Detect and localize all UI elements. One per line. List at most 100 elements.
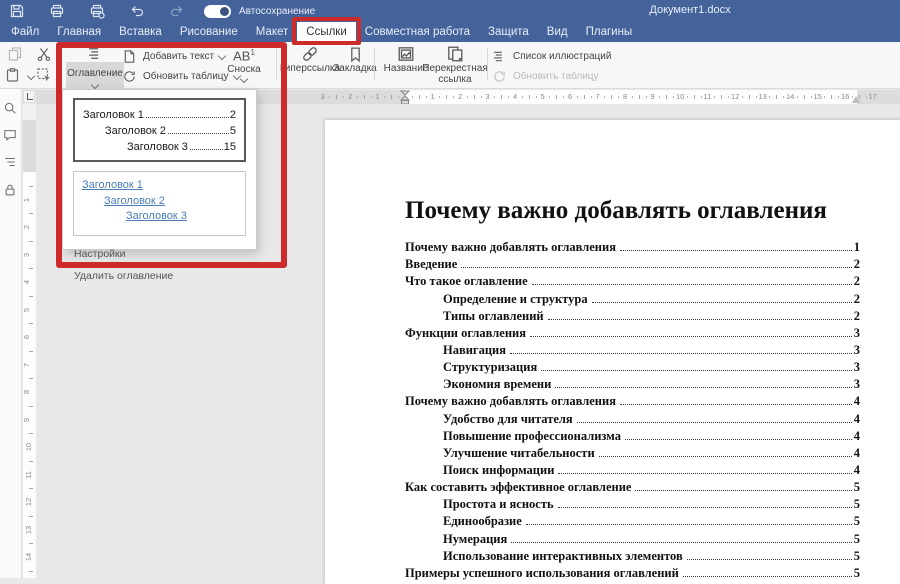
ruler-number: 2 [458, 93, 462, 101]
ruler-number: 9 [651, 93, 655, 101]
search-icon[interactable] [3, 101, 17, 115]
quick-print-icon[interactable] [88, 2, 106, 20]
tab-Совместная работа[interactable]: Совместная работа [356, 22, 479, 42]
ruler-number: 13 [759, 93, 767, 101]
save-icon[interactable] [8, 2, 26, 20]
tab-Ссылки[interactable]: Ссылки [297, 22, 356, 42]
tab-Защита[interactable]: Защита [479, 22, 538, 42]
toc-entry[interactable]: Структуризация3 [405, 357, 860, 374]
footnote-ab1-icon: АВ1 [233, 44, 255, 64]
lock-icon[interactable] [3, 183, 17, 197]
cross-reference-button[interactable]: Перекрестнаяссылка [424, 45, 486, 85]
copy-icon[interactable] [7, 46, 23, 62]
toc-entry[interactable]: Почему важно добавлять оглавления4 [405, 391, 860, 408]
navigation-icon[interactable] [3, 155, 17, 169]
ruler-number: 2 [23, 225, 31, 229]
toc-entry[interactable]: Удобство для читателя4 [405, 408, 860, 425]
ruler-number: 13 [25, 525, 33, 533]
footnote-button[interactable]: АВ1 Сноска [222, 44, 266, 82]
chevron-down-icon [91, 81, 99, 89]
heading-link[interactable]: Заголовок 3 [126, 210, 187, 222]
cut-icon[interactable] [36, 46, 52, 62]
tab-Главная[interactable]: Главная [48, 22, 110, 42]
toc-entry[interactable]: Поиск информации4 [405, 460, 860, 477]
toc-entry[interactable]: Простота и ясность5 [405, 494, 860, 511]
redo-icon[interactable] [168, 2, 186, 20]
toc-entry[interactable]: Единообразие5 [405, 511, 860, 528]
document-filename: Документ1.docx [649, 4, 730, 16]
table-of-contents-button[interactable]: Оглавление [66, 44, 124, 88]
pages-icon [446, 45, 464, 63]
toc-preview-row: Заголовок 12 [83, 105, 236, 121]
ruler-number: 4 [23, 280, 31, 284]
ruler-number: 10 [25, 443, 33, 451]
ruler-number: 16 [841, 93, 849, 101]
update-figure-table-label: Обновить таблицу [513, 71, 599, 82]
toc-settings-item[interactable]: Настройки [74, 248, 256, 260]
ruler-number: 5 [541, 93, 545, 101]
ruler-number: 3 [321, 93, 325, 101]
toc-remove-item[interactable]: Удалить оглавление [74, 270, 256, 282]
tab-Файл[interactable]: Файл [2, 22, 48, 42]
paste-icon[interactable] [5, 67, 21, 83]
toc-preview-row: Заголовок 25 [83, 121, 236, 137]
ruler-number: 7 [596, 93, 600, 101]
toc-entry[interactable]: Введение2 [405, 254, 860, 271]
select-icon[interactable] [36, 67, 52, 83]
toc-entry[interactable]: Типы оглавлений2 [405, 306, 860, 323]
toc-preview-link-row: Заголовок 2 [82, 195, 237, 211]
toc-icon [87, 44, 104, 62]
footnote-label: Сноска [227, 64, 260, 75]
ruler-number: 5 [23, 307, 31, 311]
indent-marker-icon[interactable] [400, 90, 410, 104]
toc-entry[interactable]: Использование интерактивных элементов5 [405, 546, 860, 563]
toc-entry[interactable]: Экономия времени3 [405, 374, 860, 391]
ruler-number: 14 [25, 553, 33, 561]
toolbar-separator [487, 48, 488, 81]
toc-entry[interactable]: Функции оглавления3 [405, 323, 860, 340]
chevron-down-icon [240, 75, 248, 83]
hyperlink-button[interactable]: Гиперссылка [282, 45, 338, 74]
toc-entry[interactable]: Улучшение читабельности4 [405, 443, 860, 460]
toc-style-links-option[interactable]: Заголовок 1 Заголовок 2 Заголовок 3 [73, 171, 246, 236]
ruler-top-margin [23, 120, 36, 172]
toc-entry[interactable]: Повышение профессионализма4 [405, 426, 860, 443]
toc-entry[interactable]: Нумерация5 [405, 528, 860, 545]
toc-entry[interactable]: Определение и структура2 [405, 288, 860, 305]
tab-stop-selector[interactable] [23, 90, 35, 103]
autosave-toggle[interactable] [204, 5, 231, 18]
tab-bar: ФайлГлавнаяВставкаРисованиеМакетСсылкиСо… [0, 22, 900, 42]
tab-Макет[interactable]: Макет [247, 22, 298, 42]
toc-entry[interactable]: Как составить эффективное оглавление5 [405, 477, 860, 494]
vertical-ruler[interactable]: 1234567891011121314 [23, 104, 36, 578]
tab-Рисование[interactable]: Рисование [171, 22, 247, 42]
tab-Вид[interactable]: Вид [538, 22, 577, 42]
bookmark-icon [347, 45, 364, 63]
ruler-number: 15 [814, 93, 822, 101]
heading-link[interactable]: Заголовок 1 [82, 179, 143, 191]
document-page[interactable]: Почему важно добавлять оглавления Почему… [325, 120, 900, 584]
tab-Плагины[interactable]: Плагины [577, 22, 642, 42]
toggle-knob [220, 7, 229, 16]
toc-entry[interactable]: Примеры успешного использования оглавлен… [405, 563, 860, 580]
figure-list-button[interactable]: Список иллюстраций [492, 48, 611, 64]
toc-style-numbered-option[interactable]: Заголовок 12Заголовок 25Заголовок 315 [73, 98, 246, 162]
heading-link[interactable]: Заголовок 2 [104, 195, 165, 207]
ruler-right-margin [857, 90, 900, 104]
update-figure-table-button: Обновить таблицу [492, 68, 611, 84]
ruler-number: 3 [23, 252, 31, 256]
undo-icon[interactable] [128, 2, 146, 20]
ruler-number: 17 [869, 93, 877, 101]
comments-icon[interactable] [3, 128, 17, 142]
ruler-number: 1 [376, 93, 380, 101]
ruler-number: 12 [731, 93, 739, 101]
tab-Вставка[interactable]: Вставка [110, 22, 171, 42]
toc-entry[interactable]: Навигация3 [405, 340, 860, 357]
toc-entry[interactable]: Что такое оглавление2 [405, 271, 860, 288]
toc-entry[interactable]: Почему важно добавлять оглавления1 [405, 237, 860, 254]
hyperlink-icon [301, 45, 319, 63]
print-icon[interactable] [48, 2, 66, 20]
ruler-number: 8 [23, 390, 31, 394]
paste-chevron-icon[interactable] [27, 72, 35, 80]
bookmark-button[interactable]: Закладка [332, 45, 378, 74]
